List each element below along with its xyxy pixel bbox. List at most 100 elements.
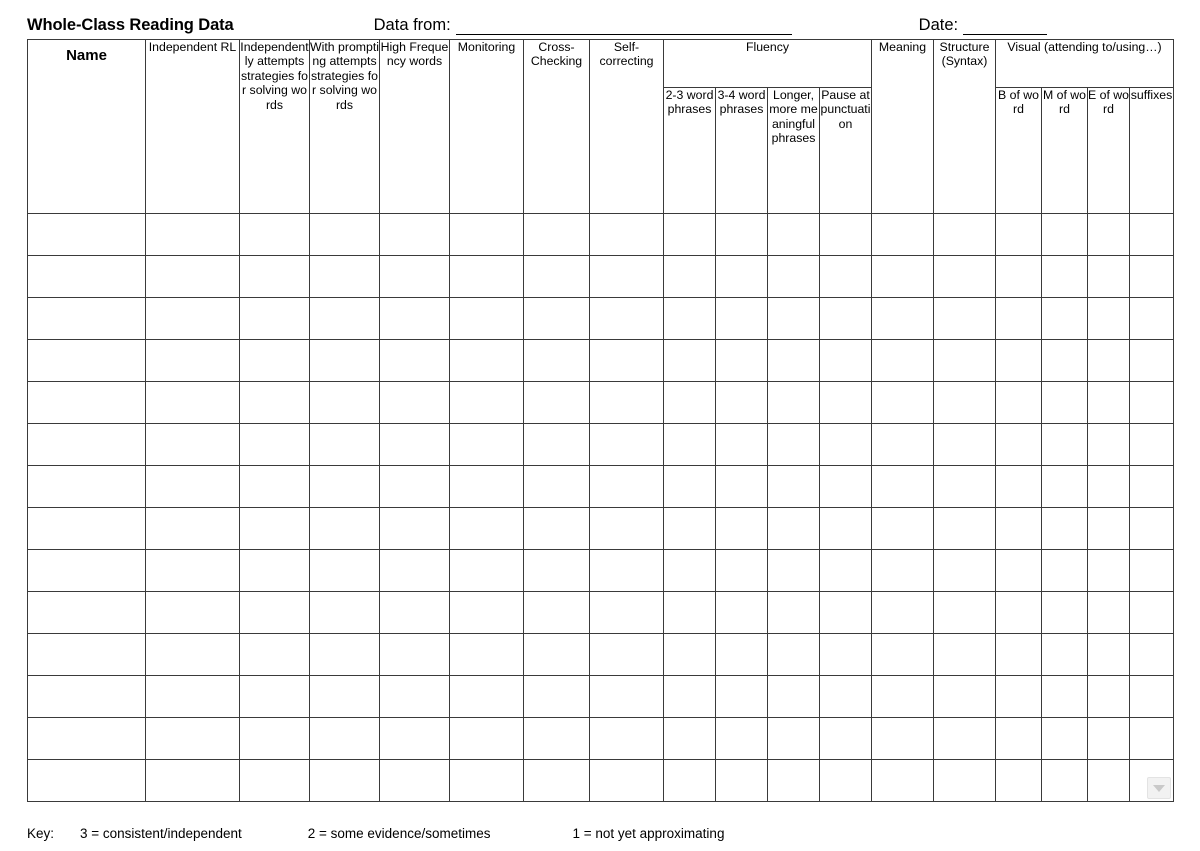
score-cell[interactable] (819, 591, 872, 634)
score-cell[interactable] (1087, 465, 1130, 508)
score-cell[interactable] (449, 381, 524, 424)
score-cell[interactable] (767, 507, 820, 550)
score-cell[interactable] (663, 507, 716, 550)
score-cell[interactable] (589, 717, 664, 760)
score-cell[interactable] (449, 213, 524, 256)
student-name-cell[interactable] (27, 675, 146, 718)
score-cell[interactable] (145, 255, 240, 298)
score-cell[interactable] (239, 339, 310, 382)
score-cell[interactable] (239, 297, 310, 340)
score-cell[interactable] (145, 507, 240, 550)
score-cell[interactable] (1128, 549, 1175, 592)
score-cell[interactable] (1041, 759, 1088, 802)
score-cell[interactable] (933, 381, 996, 424)
score-cell[interactable] (663, 381, 716, 424)
score-cell[interactable] (933, 717, 996, 760)
score-cell[interactable] (767, 717, 820, 760)
score-cell[interactable] (715, 507, 768, 550)
score-cell[interactable] (871, 549, 934, 592)
score-cell[interactable] (523, 381, 590, 424)
score-cell[interactable] (589, 339, 664, 382)
score-cell[interactable] (449, 633, 524, 676)
score-cell[interactable] (523, 591, 590, 634)
score-cell[interactable] (663, 675, 716, 718)
score-cell[interactable] (449, 591, 524, 634)
score-cell[interactable] (379, 255, 450, 298)
score-cell[interactable] (1087, 423, 1130, 466)
score-cell[interactable] (767, 759, 820, 802)
score-cell[interactable] (309, 675, 380, 718)
score-cell[interactable] (933, 213, 996, 256)
score-cell[interactable] (871, 423, 934, 466)
score-cell[interactable] (995, 717, 1042, 760)
score-cell[interactable] (1041, 549, 1088, 592)
score-cell[interactable] (663, 297, 716, 340)
score-cell[interactable] (1041, 213, 1088, 256)
score-cell[interactable] (715, 339, 768, 382)
score-cell[interactable] (589, 255, 664, 298)
score-cell[interactable] (1128, 675, 1175, 718)
score-cell[interactable] (1087, 591, 1130, 634)
score-cell[interactable] (239, 423, 310, 466)
score-cell[interactable] (1041, 591, 1088, 634)
score-cell[interactable] (589, 213, 664, 256)
score-cell[interactable] (309, 591, 380, 634)
score-cell[interactable] (1087, 675, 1130, 718)
score-cell[interactable] (379, 213, 450, 256)
student-name-cell[interactable] (27, 507, 146, 550)
score-cell[interactable] (1041, 381, 1088, 424)
score-cell[interactable] (995, 381, 1042, 424)
score-cell[interactable] (995, 507, 1042, 550)
score-cell[interactable] (1128, 717, 1175, 760)
score-cell[interactable] (1087, 255, 1130, 298)
student-name-cell[interactable] (27, 549, 146, 592)
score-cell[interactable] (145, 633, 240, 676)
score-cell[interactable] (239, 675, 310, 718)
score-cell[interactable] (767, 591, 820, 634)
score-cell[interactable] (995, 213, 1042, 256)
score-cell[interactable] (871, 213, 934, 256)
score-cell[interactable] (871, 507, 934, 550)
score-cell[interactable] (871, 759, 934, 802)
score-cell[interactable] (819, 507, 872, 550)
score-cell[interactable] (1041, 297, 1088, 340)
score-cell[interactable] (995, 633, 1042, 676)
score-cell[interactable] (379, 675, 450, 718)
score-cell[interactable] (819, 675, 872, 718)
score-cell[interactable] (589, 507, 664, 550)
score-cell[interactable] (819, 759, 872, 802)
score-cell[interactable] (995, 549, 1042, 592)
score-cell[interactable] (589, 591, 664, 634)
score-cell[interactable] (715, 465, 768, 508)
score-cell[interactable] (715, 549, 768, 592)
score-cell[interactable] (767, 255, 820, 298)
score-cell[interactable] (589, 759, 664, 802)
score-cell[interactable] (663, 465, 716, 508)
score-cell[interactable] (933, 423, 996, 466)
score-cell[interactable] (933, 759, 996, 802)
score-cell[interactable] (239, 255, 310, 298)
score-cell[interactable] (995, 675, 1042, 718)
score-cell[interactable] (523, 507, 590, 550)
student-name-cell[interactable] (27, 591, 146, 634)
score-cell[interactable] (871, 255, 934, 298)
score-cell[interactable] (995, 339, 1042, 382)
score-cell[interactable] (379, 381, 450, 424)
score-cell[interactable] (589, 633, 664, 676)
score-cell[interactable] (933, 255, 996, 298)
score-cell[interactable] (933, 675, 996, 718)
score-cell[interactable] (1128, 297, 1175, 340)
score-cell[interactable] (239, 549, 310, 592)
score-cell[interactable] (523, 339, 590, 382)
score-cell[interactable] (663, 633, 716, 676)
score-cell[interactable] (1041, 633, 1088, 676)
student-name-cell[interactable] (27, 339, 146, 382)
score-cell[interactable] (995, 759, 1042, 802)
score-cell[interactable] (523, 549, 590, 592)
score-cell[interactable] (379, 297, 450, 340)
score-cell[interactable] (767, 423, 820, 466)
score-cell[interactable] (379, 549, 450, 592)
score-cell[interactable] (1087, 381, 1130, 424)
score-cell[interactable] (1087, 213, 1130, 256)
score-cell[interactable] (1128, 759, 1175, 802)
